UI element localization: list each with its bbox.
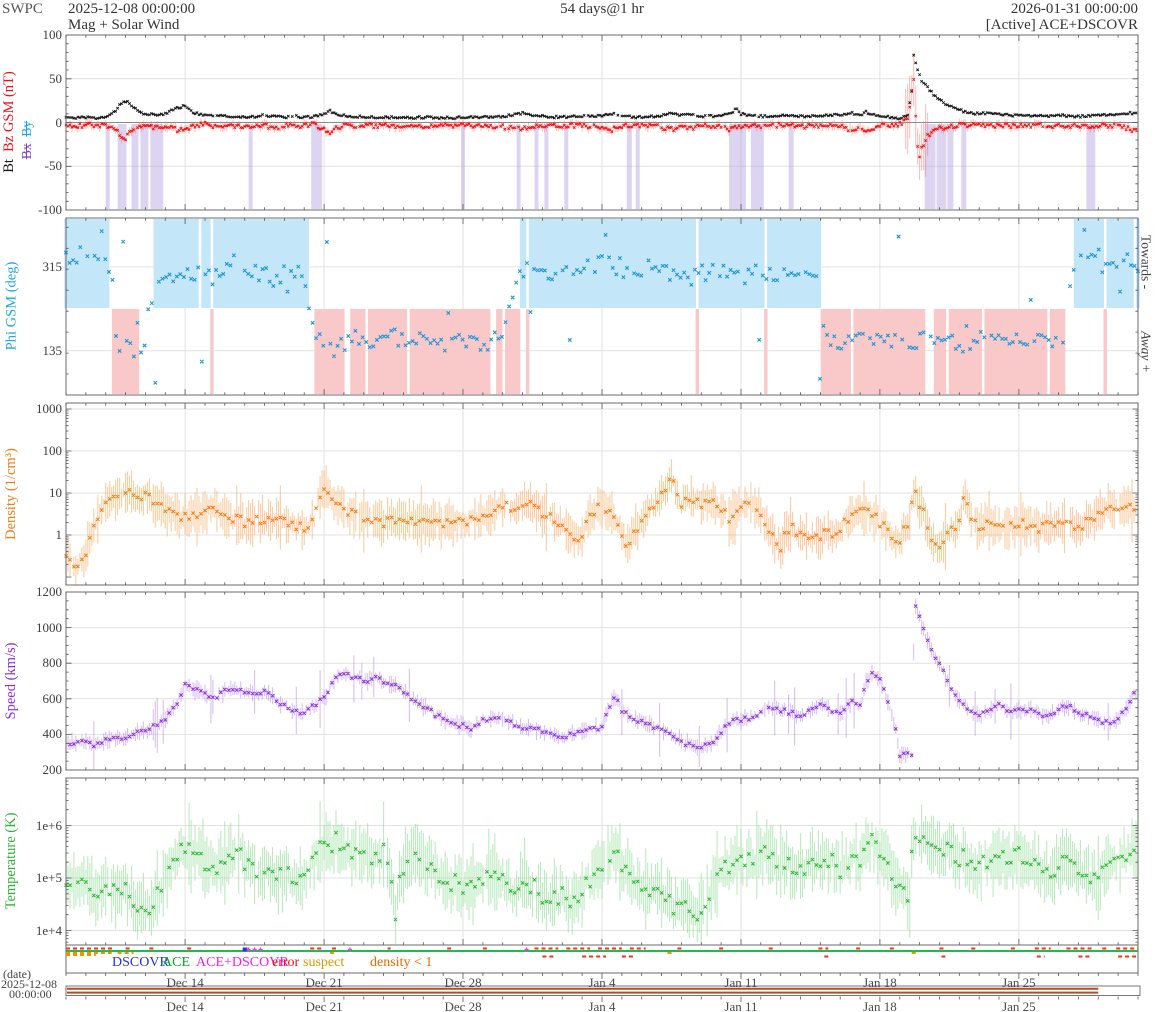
mag-gap-band [1086,124,1096,209]
away-sector-shading [111,309,1107,394]
mag-gap-band [788,124,794,209]
bx-label: Bx [19,143,34,160]
date-label-bottom: Dec 21 [305,999,343,1012]
y-tick-label: 50 [49,70,62,86]
date-label-top: Jan 4 [588,974,616,990]
legend-item-dscovr: DSCOVR [112,955,169,970]
y-tick-label: 1e+4 [35,922,62,938]
y-tick-label: 1e+6 [35,817,62,833]
mag-gap-band [140,124,149,209]
mag-gap-band [947,124,954,209]
phi-axis-label: Phi GSM (deg) [3,261,20,351]
chart-canvas [63,34,1141,1002]
date-label-bottom: Jan 4 [588,999,616,1012]
swpc-solar-wind-figure: SWPC 2025-12-08 00:00:00 Mag + Solar Win… [0,0,1158,1012]
y-tick-label: 0 [55,114,63,130]
mag-gap-band [626,124,632,209]
date-label-top: Jan 11 [724,974,758,990]
towards-sector-label: Towards - [1138,234,1154,290]
mag-gap-band [150,124,164,209]
mag-gap-band [131,124,139,209]
y-tick-label: 1200 [36,584,62,599]
y-tick-label: 1000 [36,401,62,416]
y-tick-label: -50 [44,158,62,174]
legend-item-density-1: density < 1 [370,955,433,970]
legend-item-suspect: suspect [303,955,345,970]
date-label-bottom: Dec 28 [444,999,482,1012]
mag-gap-band [961,124,967,209]
bt-label: Bt [1,159,17,173]
y-tick-label: 100 [42,27,63,42]
mag-gap-band [311,124,323,209]
legend-item-error: error [272,955,300,970]
speed-error-band [65,598,1137,770]
y-tick-label: 800 [42,655,63,671]
mag-gap-band [248,124,253,209]
mag-gap-band [635,124,640,209]
mag-gap-band [516,124,521,209]
y-tick-label: 600 [42,690,63,706]
away-sector-label: Away + [1138,331,1154,373]
bz-series-markers [64,77,1138,159]
date-label-bottom: Jan 18 [863,999,897,1012]
bt-series-markers [64,53,1138,121]
mag-gap-band [544,124,549,209]
bz-label: Bz GSM (nT) [1,71,17,152]
date-label-top: Jan 18 [863,974,897,990]
mag-gap-band [534,124,539,209]
mag-hidden-components-label: Bx By [19,70,34,210]
y-tick-label: 1000 [36,619,62,635]
y-tick-label: 10 [49,485,62,500]
y-tick-label: 315 [42,258,63,274]
mag-gap-band [936,124,947,209]
y-tick-label: 1e+5 [35,870,62,885]
mag-gap-band [729,124,746,209]
date-label-bottom: Dec 14 [166,999,204,1012]
mag-gap-band [750,124,764,209]
temperature-axis-label: Temperature (K) [3,812,19,910]
mag-gap-band [461,124,465,209]
y-tick-label: 135 [42,342,63,358]
mag-gap-band [105,124,110,209]
mag-gap-band [564,124,569,209]
date-label-top: Jan 25 [1002,974,1036,990]
date-label-top: Dec 21 [305,974,343,990]
axis-start-time: 00:00:00 [9,987,52,1001]
date-label-bottom: Jan 11 [724,999,758,1012]
density-error-band [65,459,1137,585]
temperature-error-band [65,801,1137,945]
y-tick-label: 400 [42,726,63,742]
date-label-bottom: Jan 25 [1002,999,1036,1012]
mag-axis-label: Bt Bz GSM (nT) [1,17,17,227]
legend-item-ace: ACE [162,955,190,970]
y-tick-label: -100 [38,202,62,217]
y-tick-label: 200 [42,762,63,777]
y-tick-label: 100 [42,443,63,458]
date-label-top: Dec 14 [166,974,204,990]
dscovr-source-mark [242,947,247,952]
date-label-top: Dec 28 [444,974,482,990]
y-tick-label: 1 [55,527,63,542]
